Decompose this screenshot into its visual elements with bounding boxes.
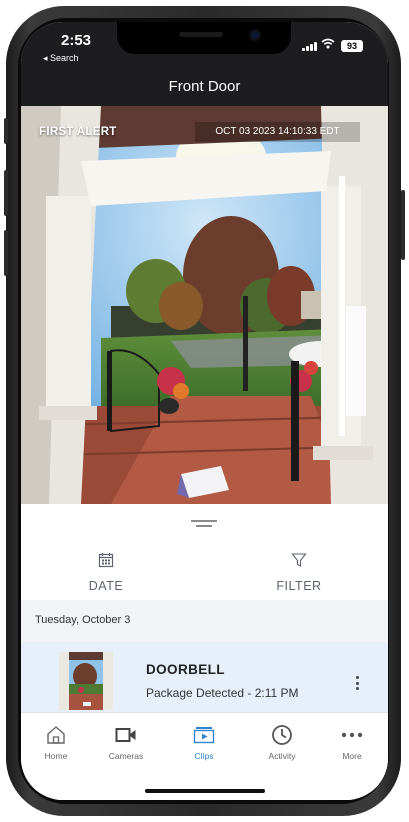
back-to-search-link[interactable]: ◂ Search [43, 53, 79, 64]
bottom-tab-bar: Home Cameras Clips Activity More [21, 712, 388, 800]
clip-subtitle: Package Detected - 2:11 PM [146, 686, 299, 700]
home-icon [26, 723, 86, 747]
camera-video-feed[interactable]: FIRST ALERT OCT 03 2023 14:10:33 EDT [21, 106, 388, 504]
app-screen: 2:53 ◂ Search 93 Front Door FIRST ALERT … [21, 22, 388, 800]
home-indicator-bar[interactable] [145, 789, 265, 793]
tab-activity[interactable]: Activity [252, 723, 312, 761]
clips-icon [174, 723, 234, 747]
volume-up-button [4, 170, 8, 216]
brand-watermark: FIRST ALERT [39, 126, 117, 138]
drawer-handle-area[interactable] [21, 504, 388, 544]
battery-indicator: 93 [341, 40, 363, 52]
volume-down-button [4, 230, 8, 276]
power-button [401, 190, 405, 260]
drawer-handle-line-short [196, 525, 212, 527]
date-header-text: Tuesday, October 3 [35, 614, 131, 626]
date-filter-label: DATE [88, 579, 124, 593]
calendar-icon [98, 553, 114, 572]
drawer-handle-line [191, 520, 217, 522]
tab-home-label: Home [44, 751, 68, 761]
filter-button[interactable]: FILTER [249, 552, 349, 593]
tab-clips-label: Clips [194, 751, 214, 761]
page-title: Front Door [168, 78, 241, 95]
more-dots-icon [322, 723, 382, 747]
wifi-icon [321, 38, 335, 52]
tab-activity-label: Activity [268, 751, 296, 761]
tab-more-label: More [342, 751, 362, 761]
speaker-grille [179, 32, 223, 37]
video-camera-icon [96, 723, 156, 747]
tab-cameras-label: Cameras [108, 751, 144, 761]
tab-clips[interactable]: Clips [174, 723, 234, 761]
clip-thumbnail[interactable] [59, 652, 113, 710]
clip-list-item[interactable]: DOORBELL Package Detected - 2:11 PM [21, 642, 388, 712]
funnel-icon [291, 553, 307, 572]
status-bar: 2:53 ◂ Search 93 [21, 22, 388, 68]
more-options-icon[interactable] [349, 676, 365, 696]
doorbell-camera-image [21, 106, 388, 504]
tab-cameras[interactable]: Cameras [96, 723, 156, 761]
clip-title: DOORBELL [146, 662, 225, 677]
clips-date-header: Tuesday, October 3 [21, 600, 388, 642]
clock-icon [252, 723, 312, 747]
clip-filters: DATE FILTER [21, 544, 388, 600]
tab-home[interactable]: Home [26, 723, 86, 761]
notch [117, 22, 291, 54]
app-header: Front Door [21, 68, 388, 106]
front-camera [251, 31, 259, 39]
cellular-signal-icon [302, 41, 318, 51]
status-time: 2:53 [61, 32, 92, 49]
silent-switch [4, 118, 8, 144]
date-filter-button[interactable]: DATE [56, 552, 156, 593]
tab-more[interactable]: More [322, 723, 382, 761]
video-timestamp: OCT 03 2023 14:10:33 EDT [195, 122, 360, 142]
filter-label: FILTER [276, 579, 322, 593]
